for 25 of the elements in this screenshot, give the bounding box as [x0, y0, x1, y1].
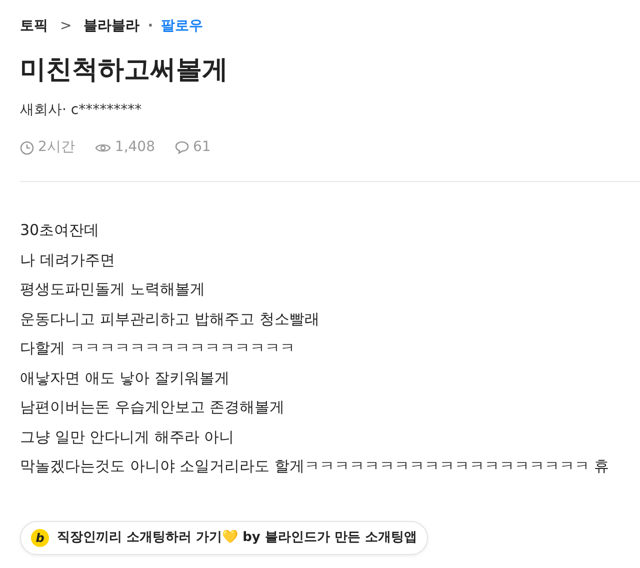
body-line: 그냥 일만 안다니게 해주라 아니: [20, 426, 236, 448]
promo-text: 직장인끼리 소개팅하러 가기💛 by 블라인드가 만든 소개팅앱: [57, 528, 417, 547]
logo-icon: b: [31, 528, 49, 546]
body-line: 남편이버는돈 우습게안보고 존경해볼게: [20, 397, 286, 418]
comment-icon: [175, 141, 190, 154]
body-line: 다할게 ㅋㅋㅋㅋㅋㅋㅋㅋㅋㅋㅋㅋㅋㅋㅋ: [20, 338, 296, 359]
body-line: 애낳자면 애도 낳아 잘키워볼게: [20, 368, 230, 388]
chevron-separator: >: [59, 16, 73, 36]
body-line: 나 데려가주면: [20, 250, 116, 270]
body-line: 평생도파민돌게 노력해볼게: [20, 279, 206, 300]
promo-banner[interactable]: b 직장인끼리 소개팅하러 가기💛 by 블라인드가 만든 소개팅앱: [20, 520, 428, 554]
views-count: 1,408: [114, 138, 156, 157]
board-link[interactable]: 블라블라: [84, 16, 140, 36]
post-title: 미친척하고써볼게: [20, 54, 229, 87]
follow-button[interactable]: 팔로우: [161, 16, 204, 36]
time-text: 2시간: [38, 138, 75, 157]
eye-icon: [94, 142, 111, 154]
body-line: 막놀겠다는것도 아니야 소일거리라도 할게ㅋㅋㅋㅋㅋㅋㅋㅋㅋㅋㅋㅋㅋㅋㅋㅋㅋㅋㅋ 휴: [20, 456, 610, 477]
body-line: 운동다니고 피부관리하고 밥해주고 청소빨래: [20, 308, 320, 330]
clock-icon: [20, 140, 34, 154]
topic-link[interactable]: 토픽: [20, 16, 48, 36]
body-line: 30초여잔데: [20, 220, 100, 241]
author-text: 새회사· c*********: [20, 101, 143, 120]
comments-count: 61: [193, 138, 211, 157]
dot-separator: ·: [148, 16, 154, 36]
